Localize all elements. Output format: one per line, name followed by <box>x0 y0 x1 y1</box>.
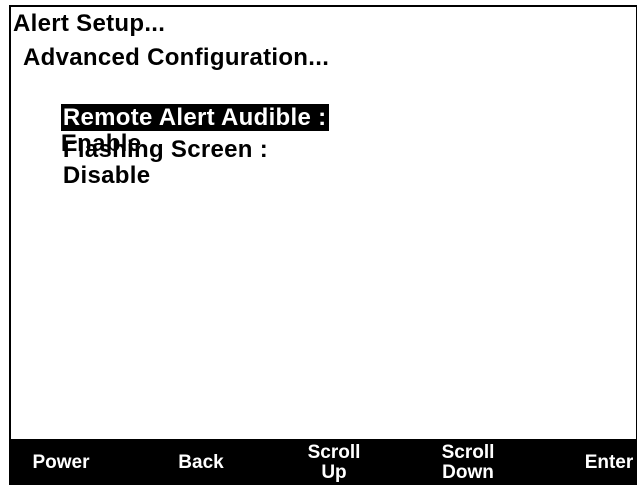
menu-item-value: Disable <box>62 162 151 189</box>
scroll-down-softkey[interactable]: Scroll Down <box>423 439 513 485</box>
scroll-down-label-line2: Down <box>442 462 494 483</box>
submenu-title: Advanced Configuration... <box>23 44 330 71</box>
scroll-up-softkey[interactable]: Scroll Up <box>289 439 379 485</box>
scroll-down-label-line1: Scroll <box>441 442 495 463</box>
back-softkey-label: Back <box>178 452 224 473</box>
menu-item-label: Flashing Screen : <box>62 136 269 163</box>
power-softkey[interactable]: Power <box>21 439 101 485</box>
softkey-bar: Power Back Scroll Up Scroll Down Enter <box>11 439 636 485</box>
scroll-up-label-line2: Up <box>321 462 347 483</box>
enter-softkey-label: Enter <box>584 452 634 473</box>
display-screen: Alert Setup... Advanced Configuration...… <box>9 5 637 485</box>
menu-title: Alert Setup... <box>13 10 166 37</box>
enter-softkey[interactable]: Enter <box>581 439 636 485</box>
scroll-up-label-line1: Scroll <box>307 442 361 463</box>
power-softkey-label: Power <box>32 452 90 473</box>
back-softkey[interactable]: Back <box>161 439 241 485</box>
menu-item-flashing-screen[interactable]: Flashing Screen : Disable <box>35 111 268 215</box>
